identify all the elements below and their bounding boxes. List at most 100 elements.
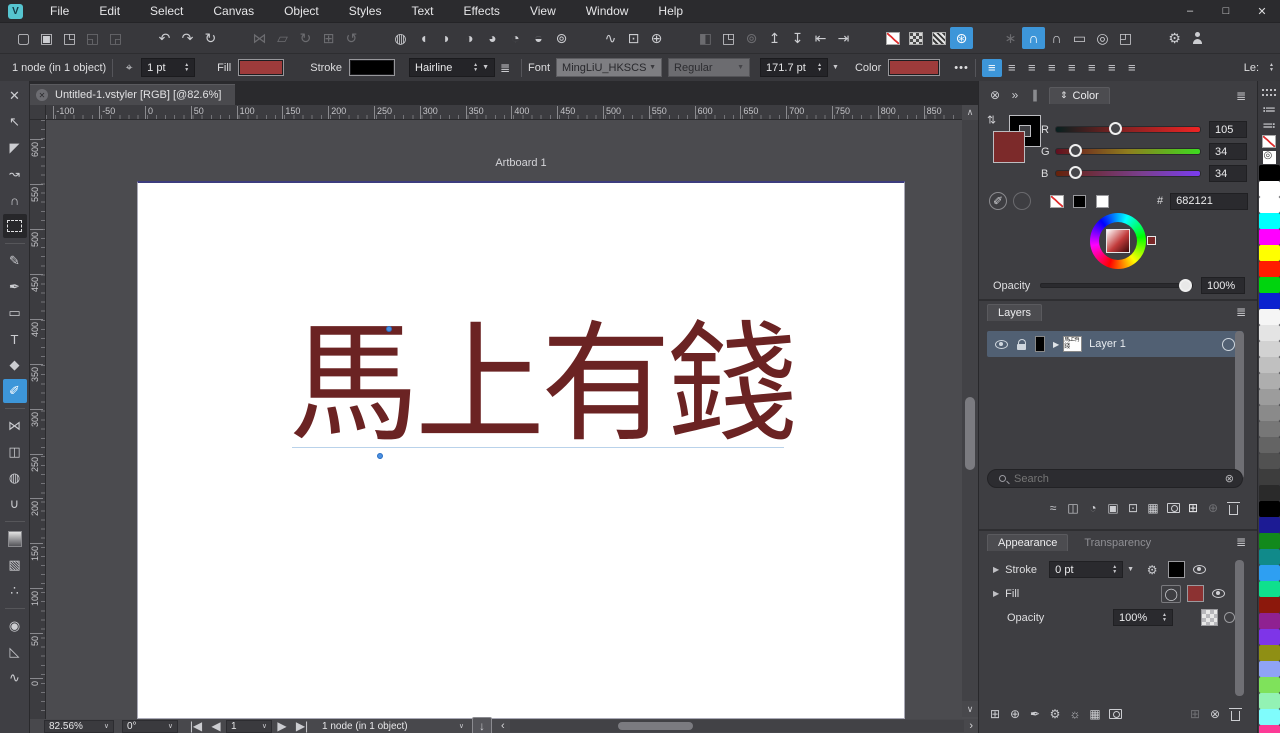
scroll-right-icon[interactable]: › (966, 720, 976, 732)
tab-appearance[interactable]: Appearance (987, 534, 1068, 551)
swatch-color[interactable] (1259, 645, 1280, 661)
hatch-mode-icon[interactable] (927, 27, 950, 49)
gradient-tool[interactable] (3, 527, 27, 551)
settings-gear-icon[interactable]: ⚙ (1163, 27, 1186, 49)
align-right-icon[interactable]: ≡ (1022, 59, 1042, 77)
color-panel-menu-icon[interactable]: ≣ (1236, 89, 1247, 103)
swatch-color[interactable] (1259, 693, 1280, 709)
panel-close-icon[interactable]: ✕ (3, 84, 27, 108)
divide-shapes-icon[interactable]: ◔ (504, 27, 527, 49)
swatch-color[interactable] (1259, 277, 1280, 293)
swatch-color[interactable] (1259, 597, 1280, 613)
arc-modifier-icon[interactable]: ∿ (599, 27, 622, 49)
document-tab[interactable]: ✕ Untitled-1.vstyler [RGB] [@82.6%] (30, 84, 235, 105)
color-slider-r[interactable] (1055, 126, 1201, 133)
swatch-color[interactable] (1259, 629, 1280, 645)
style-grid-icon[interactable]: ▦ (1085, 705, 1105, 723)
color-wheel[interactable] (1090, 213, 1146, 269)
canvas-text-object[interactable]: 馬上有錢 (289, 316, 849, 453)
fill-color-swatch[interactable] (238, 59, 284, 76)
anchor-point[interactable] (377, 453, 383, 459)
appearance-stroke-swatch[interactable] (1168, 561, 1185, 578)
swatch-list-icon[interactable]: ≔ (1259, 101, 1280, 117)
swatch-color[interactable] (1259, 213, 1280, 229)
blend-layer-icon[interactable]: ◔ (1083, 499, 1103, 517)
swatch-color[interactable] (1259, 677, 1280, 693)
distribute-left-icon[interactable]: ⇤ (809, 27, 832, 49)
swatch-color[interactable] (1259, 373, 1280, 389)
effect-star-icon[interactable]: ☼ (1065, 705, 1085, 723)
swatch-registration[interactable] (1259, 149, 1280, 165)
flip-icon[interactable]: ⋈ (248, 27, 271, 49)
no-fill-mode-icon[interactable] (881, 27, 904, 49)
edit-contents-icon[interactable]: ◧ (694, 27, 717, 49)
repeat-icon[interactable]: ↻ (199, 27, 222, 49)
opacity-target-circle[interactable] (1224, 612, 1235, 623)
snap-objects-icon[interactable]: ∩ (1045, 27, 1068, 49)
appearance-opacity-value[interactable]: 100% ▲▼ (1113, 609, 1173, 626)
share-document-icon[interactable]: ◱ (81, 27, 104, 49)
nudge-icon[interactable]: ⌖ (119, 59, 139, 77)
swatch-color[interactable] (1259, 581, 1280, 597)
weld-shapes-icon[interactable]: ◍ (389, 27, 412, 49)
font-style-select[interactable]: Regular ▼ (668, 58, 750, 77)
slider-value[interactable]: 34 (1209, 143, 1247, 160)
trim-shapes-icon[interactable]: ◖ (412, 27, 435, 49)
text-color-swatch[interactable] (888, 59, 940, 76)
no-color-circle-icon[interactable]: ○ (1013, 192, 1031, 210)
menu-canvas[interactable]: Canvas (198, 4, 269, 18)
expand-layer-icon[interactable]: ⊡ (1123, 499, 1143, 517)
swatch-color[interactable] (1259, 261, 1280, 277)
rectangle-tool[interactable]: ▭ (3, 301, 27, 325)
menu-view[interactable]: View (515, 4, 571, 18)
center-objects-icon[interactable]: ⊚ (740, 27, 763, 49)
tab-layers[interactable]: Layers (987, 304, 1042, 321)
fan-tool[interactable]: ∪ (3, 492, 27, 516)
panel-drag-handle[interactable] (1259, 85, 1280, 101)
swatch-color[interactable] (1259, 341, 1280, 357)
color-slider-b[interactable] (1055, 170, 1201, 177)
duplicate-layer-icon[interactable]: ◫ (1063, 499, 1083, 517)
direct-select-tool[interactable]: ◤ (3, 136, 27, 160)
minimize-button[interactable]: – (1172, 0, 1208, 22)
rotate-canvas-icon[interactable]: ↺ (340, 27, 363, 49)
fill-indicator-swatch[interactable] (993, 131, 1025, 163)
swatch-color[interactable] (1259, 181, 1280, 197)
rotate-object-icon[interactable]: ↻ (294, 27, 317, 49)
account-icon[interactable] (1186, 27, 1209, 49)
horizontal-scrollbar[interactable] (510, 720, 965, 732)
swatch-color[interactable] (1259, 533, 1280, 549)
zoom-level-select[interactable]: 82.56% ∨ (44, 720, 114, 733)
swatch-none[interactable] (1259, 133, 1280, 149)
tab-transparency[interactable]: Transparency (1084, 537, 1151, 549)
menu-styles[interactable]: Styles (334, 4, 397, 18)
snap-magnet-icon[interactable]: ∩ (1022, 27, 1045, 49)
horizontal-scrollbar-thumb[interactable] (618, 722, 693, 730)
close-button[interactable]: ✕ (1244, 0, 1280, 22)
appearance-opacity-swatch[interactable] (1201, 609, 1218, 626)
swatch-color[interactable] (1259, 405, 1280, 421)
mask-layer-icon[interactable]: ▣ (1103, 499, 1123, 517)
swatch-color[interactable] (1259, 197, 1280, 213)
swatch-list-alt-icon[interactable]: ≕ (1259, 117, 1280, 133)
opacity-slider-handle[interactable] (1179, 279, 1192, 292)
pen-tool[interactable]: ✒ (3, 275, 27, 299)
menu-select[interactable]: Select (135, 4, 198, 18)
corner-tool[interactable]: ◺ (3, 640, 27, 664)
quick-none-swatch[interactable] (1045, 190, 1068, 212)
export-document-icon[interactable]: ◳ (58, 27, 81, 49)
scroll-down-icon[interactable]: ∨ (962, 701, 978, 717)
swatch-color[interactable] (1259, 613, 1280, 629)
vertical-scrollbar-thumb[interactable] (965, 397, 975, 470)
fill-visibility-icon[interactable] (1208, 585, 1228, 603)
menu-text[interactable]: Text (396, 4, 448, 18)
knife-tool[interactable]: ✐ (3, 379, 27, 403)
redo-icon[interactable]: ↷ (176, 27, 199, 49)
expand-fill-icon[interactable]: ▶ (993, 589, 999, 598)
hex-field[interactable] (1170, 193, 1248, 210)
tab-color[interactable]: ⇕ Color (1049, 87, 1110, 104)
justify-right-icon[interactable]: ≡ (1082, 59, 1102, 77)
stroke-width-field[interactable]: 1 pt ▲▼ (141, 58, 195, 77)
style-snapshot-icon[interactable] (1105, 705, 1125, 723)
panel-close-icon[interactable]: ⊗ (985, 86, 1005, 104)
